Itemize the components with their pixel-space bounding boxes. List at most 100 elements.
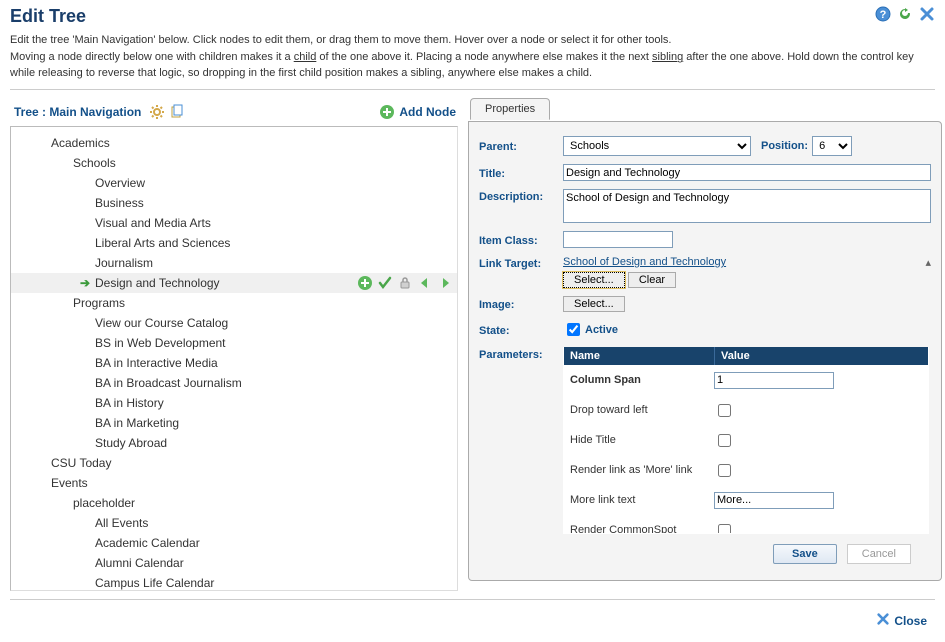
- link-target-select-button[interactable]: Select...: [563, 272, 625, 288]
- tree-item[interactable]: Visual and Media Arts: [11, 213, 457, 233]
- image-select-button[interactable]: Select...: [563, 296, 625, 312]
- node-right-icon[interactable]: [437, 275, 453, 291]
- tree-item-label: Academics: [51, 136, 453, 150]
- divider: [10, 89, 935, 90]
- page-title: Edit Tree: [10, 6, 86, 27]
- save-button[interactable]: Save: [773, 544, 837, 564]
- param-name: More link text: [564, 492, 708, 508]
- params-head-name: Name: [564, 347, 714, 365]
- tree-item-label: Design and Technology: [95, 276, 357, 290]
- tree-item[interactable]: BA in Interactive Media: [11, 353, 457, 373]
- position-select[interactable]: 6: [812, 136, 852, 156]
- tree-item[interactable]: BS in Web Development: [11, 333, 457, 353]
- tree-item-label: placeholder: [73, 496, 453, 510]
- add-node-button[interactable]: Add Node: [379, 104, 456, 120]
- add-icon: [379, 104, 395, 120]
- close-icon[interactable]: [876, 612, 890, 629]
- tree-item-label: BA in Interactive Media: [95, 356, 453, 370]
- tree-item-label: All Events: [95, 516, 453, 530]
- node-check-icon[interactable]: [377, 275, 393, 291]
- tree-item[interactable]: Campus Life Calendar: [11, 573, 457, 591]
- refresh-icon[interactable]: [897, 6, 913, 22]
- tree-item-label: Campus Life Calendar: [95, 576, 453, 590]
- state-label: State:: [479, 323, 563, 337]
- tree-item[interactable]: BA in Marketing: [11, 413, 457, 433]
- tree-item[interactable]: ➔ Design and Technology: [11, 273, 457, 293]
- tree-item[interactable]: Study Abroad: [11, 433, 457, 453]
- param-checkbox[interactable]: [718, 464, 731, 477]
- tree-item-label: CSU Today: [51, 456, 453, 470]
- tree-item[interactable]: BA in History: [11, 393, 457, 413]
- node-add-icon[interactable]: [357, 275, 373, 291]
- tree-item[interactable]: CSU Today: [11, 453, 457, 473]
- param-checkbox[interactable]: [718, 404, 731, 417]
- param-row: Column Span: [564, 365, 928, 395]
- tree-item[interactable]: Liberal Arts and Sciences: [11, 233, 457, 253]
- divider-bottom: [10, 599, 935, 600]
- tree-item[interactable]: Schools: [11, 153, 457, 173]
- description-label: Description:: [479, 189, 563, 203]
- tree-item-label: Visual and Media Arts: [95, 216, 453, 230]
- param-row: Render CommonSpot: [564, 515, 928, 533]
- params-head-value: Value: [714, 347, 928, 365]
- tree-item[interactable]: placeholder: [11, 493, 457, 513]
- node-lock-icon[interactable]: [397, 275, 413, 291]
- param-row: Render link as 'More' link: [564, 455, 928, 485]
- param-name: Hide Title: [564, 432, 708, 448]
- tree-item[interactable]: View our Course Catalog: [11, 313, 457, 333]
- tree-item[interactable]: Academic Calendar: [11, 533, 457, 553]
- tree-item-label: Business: [95, 196, 453, 210]
- item-class-input[interactable]: [563, 231, 673, 248]
- gear-icon[interactable]: [149, 104, 165, 120]
- tree-item-label: Alumni Calendar: [95, 556, 453, 570]
- tree-item-label: Liberal Arts and Sciences: [95, 236, 453, 250]
- help-icon[interactable]: ?: [875, 6, 891, 22]
- node-left-icon[interactable]: [417, 275, 433, 291]
- title-input[interactable]: [563, 164, 931, 181]
- tree-item[interactable]: Journalism: [11, 253, 457, 273]
- tree-view[interactable]: Academics Schools Overview Business Visual a…: [10, 126, 458, 591]
- cancel-button[interactable]: Cancel: [847, 544, 911, 564]
- param-checkbox[interactable]: [718, 524, 731, 534]
- parent-select[interactable]: Schools: [563, 136, 751, 156]
- tree-item-label: Programs: [73, 296, 453, 310]
- param-name: Render CommonSpot: [564, 522, 708, 533]
- param-checkbox[interactable]: [718, 434, 731, 447]
- description-input[interactable]: [563, 189, 931, 223]
- state-active-checkbox[interactable]: [567, 323, 580, 336]
- link-expand-icon[interactable]: ▴: [925, 256, 931, 269]
- tree-item-label: Journalism: [95, 256, 453, 270]
- link-target-clear-button[interactable]: Clear: [628, 272, 676, 288]
- parameters-table: Name Value Column Span Drop toward left Hi…: [563, 347, 929, 534]
- tree-item[interactable]: Overview: [11, 173, 457, 193]
- tree-item-label: View our Course Catalog: [95, 316, 453, 330]
- link-target-link[interactable]: School of Design and Technology: [563, 256, 726, 268]
- tree-item[interactable]: Academics: [11, 133, 457, 153]
- param-name: Render link as 'More' link: [564, 462, 708, 478]
- tree-item-label: Study Abroad: [95, 436, 453, 450]
- tree-item-label: BA in Marketing: [95, 416, 453, 430]
- help-text-2: Moving a node directly below one with ch…: [10, 50, 935, 81]
- tree-item[interactable]: Programs: [11, 293, 457, 313]
- tree-item[interactable]: All Events: [11, 513, 457, 533]
- param-name: Drop toward left: [564, 402, 708, 418]
- state-active-text: Active: [585, 324, 618, 336]
- selected-arrow-icon: ➔: [80, 276, 90, 290]
- param-text-input[interactable]: [714, 372, 834, 389]
- tree-item[interactable]: Alumni Calendar: [11, 553, 457, 573]
- tree-item-label: Schools: [73, 156, 453, 170]
- param-row: Drop toward left: [564, 395, 928, 425]
- properties-panel: Parent: Schools Position: 6 Title: Descr…: [468, 121, 942, 581]
- link-target-label: Link Target:: [479, 256, 563, 270]
- parameters-label: Parameters:: [479, 347, 563, 361]
- param-row: Hide Title: [564, 425, 928, 455]
- close-button[interactable]: Close: [894, 614, 927, 628]
- close-dialog-icon[interactable]: [919, 6, 935, 22]
- param-text-input[interactable]: [714, 492, 834, 509]
- param-row: More link text: [564, 485, 928, 515]
- tree-item[interactable]: Events: [11, 473, 457, 493]
- tab-properties[interactable]: Properties: [470, 98, 550, 120]
- copy-icon[interactable]: [169, 104, 185, 120]
- tree-item[interactable]: BA in Broadcast Journalism: [11, 373, 457, 393]
- tree-item[interactable]: Business: [11, 193, 457, 213]
